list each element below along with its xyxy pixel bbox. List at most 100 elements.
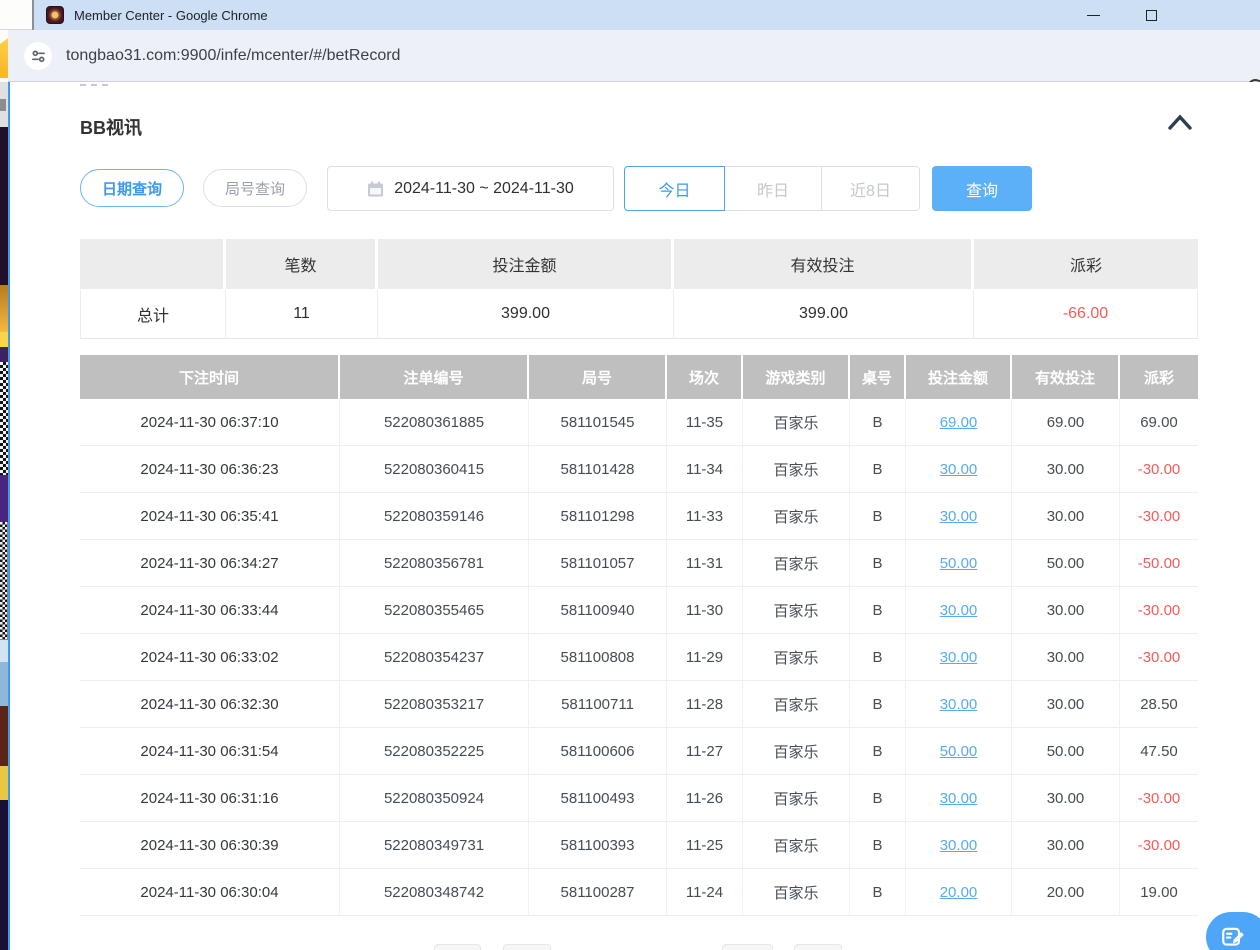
bet-amount-link[interactable]: 50.00 <box>940 555 978 572</box>
column-header: 场次 <box>667 355 743 399</box>
pagination-button[interactable] <box>794 944 842 950</box>
summary-row-label: 总计 <box>80 290 226 339</box>
table-cell: 522080349731 <box>340 822 529 869</box>
table-cell: 522080356781 <box>340 540 529 587</box>
table-cell: B <box>850 399 906 446</box>
table-cell: 百家乐 <box>743 634 850 681</box>
last8days-button[interactable]: 近8日 <box>821 166 920 211</box>
bet-amount-link[interactable]: 50.00 <box>940 743 978 760</box>
table-cell: 50.00 <box>906 728 1012 775</box>
summary-header-cell: 有效投注 <box>674 239 974 289</box>
summary-payout: -66.00 <box>974 290 1198 339</box>
pagination-button[interactable] <box>503 944 551 950</box>
table-cell: 69.00 <box>1012 399 1120 446</box>
compose-pencil-icon <box>1220 924 1246 950</box>
bet-amount-link[interactable]: 30.00 <box>940 696 978 713</box>
summary-header-cell: 投注金额 <box>378 239 674 289</box>
table-cell: 20.00 <box>906 869 1012 916</box>
bet-amount-link[interactable]: 30.00 <box>940 461 978 478</box>
table-cell: B <box>850 493 906 540</box>
bet-amount-link[interactable]: 69.00 <box>940 414 978 431</box>
table-cell: B <box>850 822 906 869</box>
bet-table-body: 2024-11-30 06:37:10522080361885581101545… <box>80 399 1198 916</box>
table-cell: B <box>850 869 906 916</box>
bet-record-panel: BB视讯 日期查询 局号查询 2024-11-30 ~ 2024-11-30 今… <box>10 82 1260 950</box>
column-header: 桌号 <box>850 355 906 399</box>
table-cell: 28.50 <box>1120 681 1198 728</box>
table-cell: 19.00 <box>1120 869 1198 916</box>
table-cell: -30.00 <box>1120 775 1198 822</box>
column-header: 游戏类别 <box>743 355 850 399</box>
table-cell: 2024-11-30 06:37:10 <box>80 399 340 446</box>
date-range-input[interactable]: 2024-11-30 ~ 2024-11-30 <box>327 166 614 211</box>
minimize-button[interactable] <box>1070 0 1116 30</box>
feedback-compose-button[interactable] <box>1206 912 1260 950</box>
bet-amount-link[interactable]: 30.00 <box>940 837 978 854</box>
table-row: 2024-11-30 06:33:44522080355465581100940… <box>80 587 1198 634</box>
bet-record-table: 下注时间 注单编号 局号 场次 游戏类别 桌号 投注金额 有效投注 派彩 202… <box>80 355 1198 916</box>
background-page-strip <box>0 82 8 950</box>
table-row: 2024-11-30 06:33:02522080354237581100808… <box>80 634 1198 681</box>
round-query-tab[interactable]: 局号查询 <box>203 169 307 207</box>
table-cell: 2024-11-30 06:33:44 <box>80 587 340 634</box>
table-cell: 522080361885 <box>340 399 529 446</box>
yesterday-button[interactable]: 昨日 <box>724 166 822 211</box>
table-cell: 百家乐 <box>743 399 850 446</box>
summary-valid-bet: 399.00 <box>674 290 974 339</box>
table-cell: -30.00 <box>1120 446 1198 493</box>
table-row: 2024-11-30 06:32:30522080353217581100711… <box>80 681 1198 728</box>
summary-bet-amount: 399.00 <box>378 290 674 339</box>
bet-table-header: 下注时间 注单编号 局号 场次 游戏类别 桌号 投注金额 有效投注 派彩 <box>80 355 1198 399</box>
pagination-button[interactable] <box>722 944 773 950</box>
bet-amount-link[interactable]: 30.00 <box>940 602 978 619</box>
table-cell: 581100493 <box>529 775 667 822</box>
table-row: 2024-11-30 06:34:27522080356781581101057… <box>80 540 1198 587</box>
table-cell: 581100606 <box>529 728 667 775</box>
bet-amount-link[interactable]: 20.00 <box>940 884 978 901</box>
table-cell: 11-34 <box>667 446 743 493</box>
table-row: 2024-11-30 06:36:23522080360415581101428… <box>80 446 1198 493</box>
table-cell: 30.00 <box>906 822 1012 869</box>
table-cell: 581100393 <box>529 822 667 869</box>
collapse-chevron-up-icon[interactable] <box>1166 112 1194 134</box>
bet-amount-link[interactable]: 30.00 <box>940 790 978 807</box>
table-cell: 11-25 <box>667 822 743 869</box>
summary-header-cell <box>80 239 226 289</box>
site-settings-icon[interactable] <box>24 42 52 70</box>
chrome-window: Member Center - Google Chrome ✕ tongbao3… <box>0 0 1260 950</box>
table-cell: 50.00 <box>1012 540 1120 587</box>
search-button[interactable]: 查询 <box>932 166 1032 211</box>
bet-amount-link[interactable]: 30.00 <box>940 649 978 666</box>
table-cell: 30.00 <box>1012 822 1120 869</box>
table-cell: 百家乐 <box>743 681 850 728</box>
table-cell: 30.00 <box>906 681 1012 728</box>
close-button[interactable]: ✕ <box>1186 0 1260 30</box>
summary-header-row: 笔数 投注金额 有效投注 派彩 <box>80 239 1198 289</box>
table-cell: B <box>850 587 906 634</box>
table-cell: B <box>850 681 906 728</box>
url-address[interactable]: tongbao31.com:9900/infe/mcenter/#/betRec… <box>66 30 400 82</box>
table-cell: 50.00 <box>906 540 1012 587</box>
table-cell: B <box>850 775 906 822</box>
table-cell: 11-33 <box>667 493 743 540</box>
date-query-tab[interactable]: 日期查询 <box>80 169 184 207</box>
today-button[interactable]: 今日 <box>624 166 725 211</box>
background-window-fragment <box>0 0 32 30</box>
table-cell: 2024-11-30 06:36:23 <box>80 446 340 493</box>
window-controls: ✕ <box>1070 0 1260 30</box>
bet-amount-link[interactable]: 30.00 <box>940 508 978 525</box>
table-cell: B <box>850 540 906 587</box>
table-cell: 11-27 <box>667 728 743 775</box>
column-header: 局号 <box>529 355 667 399</box>
pagination-button[interactable] <box>434 944 481 950</box>
table-row: 2024-11-30 06:30:39522080349731581100393… <box>80 822 1198 869</box>
maximize-button[interactable] <box>1128 0 1174 30</box>
table-cell: 47.50 <box>1120 728 1198 775</box>
table-cell: 581100808 <box>529 634 667 681</box>
column-header: 派彩 <box>1120 355 1198 399</box>
background-window-fragment <box>0 38 8 78</box>
table-cell: -30.00 <box>1120 493 1198 540</box>
table-cell: 百家乐 <box>743 587 850 634</box>
table-cell: 522080359146 <box>340 493 529 540</box>
table-cell: 30.00 <box>1012 775 1120 822</box>
